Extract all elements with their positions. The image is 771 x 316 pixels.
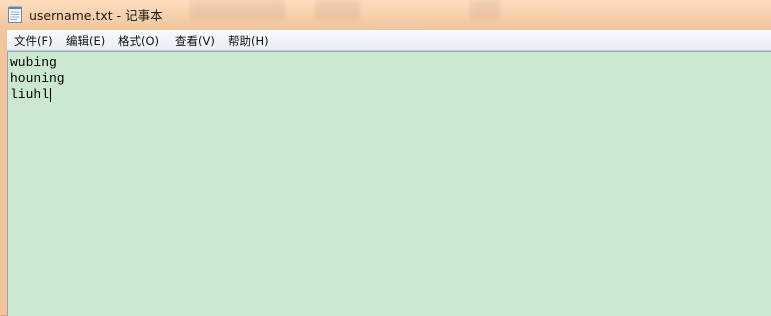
text-caret bbox=[50, 88, 51, 102]
menu-help[interactable]: 帮助(H) bbox=[228, 33, 269, 49]
menu-file[interactable]: 文件(F) bbox=[14, 33, 53, 49]
window-title: username.txt - 记事本 bbox=[29, 8, 163, 23]
menu-format[interactable]: 格式(O) bbox=[118, 33, 159, 49]
editor-line: liuhl bbox=[10, 87, 50, 102]
menu-view[interactable]: 查看(V) bbox=[175, 33, 215, 49]
notepad-icon[interactable] bbox=[8, 6, 22, 23]
editor-line: houning bbox=[10, 71, 65, 86]
editor-line: wubing bbox=[10, 55, 57, 70]
background-blur bbox=[190, 0, 285, 20]
title-bar[interactable]: username.txt - 记事本 bbox=[0, 0, 771, 30]
menu-edit[interactable]: 编辑(E) bbox=[66, 33, 105, 49]
background-blur bbox=[470, 0, 500, 20]
background-blur bbox=[315, 0, 360, 20]
notepad-window: username.txt - 记事本 文件(F) 编辑(E) 格式(O) 查看(… bbox=[0, 0, 771, 316]
text-editor-area[interactable]: wubing houning liuhl bbox=[7, 51, 771, 316]
menu-bar: 文件(F) 编辑(E) 格式(O) 查看(V) 帮助(H) bbox=[7, 30, 771, 51]
